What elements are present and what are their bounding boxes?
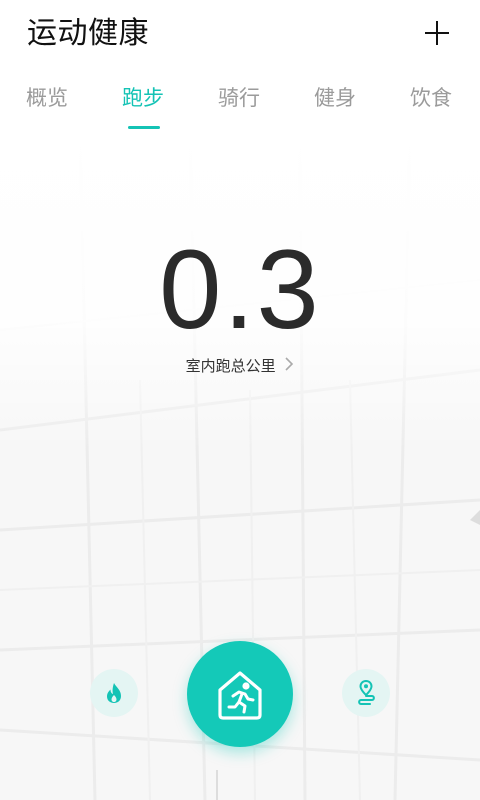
tab-fitness[interactable]: 健身 (314, 84, 356, 112)
tab-running[interactable]: 跑步 (122, 84, 164, 112)
active-tab-indicator (128, 126, 160, 129)
route-pin-icon (358, 679, 375, 705)
start-indoor-run-button[interactable] (187, 641, 293, 747)
running-page: 运动健康 概览 跑步 骑行 健身 饮食 0.3 室内跑总公里 (0, 0, 480, 800)
distance-label: 室内跑总公里 (185, 357, 276, 375)
calorie-button[interactable] (90, 669, 138, 717)
chevron-right-icon (284, 353, 294, 381)
distance-value: 0.3 (159, 227, 321, 352)
indoor-run-icon (218, 671, 262, 720)
tab-overview[interactable]: 概览 (26, 84, 68, 112)
tab-bar: 概览 跑步 骑行 健身 饮食 (0, 78, 480, 132)
flame-icon (107, 683, 121, 703)
add-button[interactable] (422, 18, 452, 48)
tab-cycling[interactable]: 骑行 (218, 84, 260, 112)
plus-icon (425, 21, 449, 45)
route-button[interactable] (342, 669, 390, 717)
page-title: 运动健康 (27, 16, 149, 51)
tab-diet[interactable]: 饮食 (410, 84, 452, 112)
header: 运动健康 (0, 0, 480, 72)
distance-summary-link[interactable]: 室内跑总公里 (0, 352, 480, 380)
